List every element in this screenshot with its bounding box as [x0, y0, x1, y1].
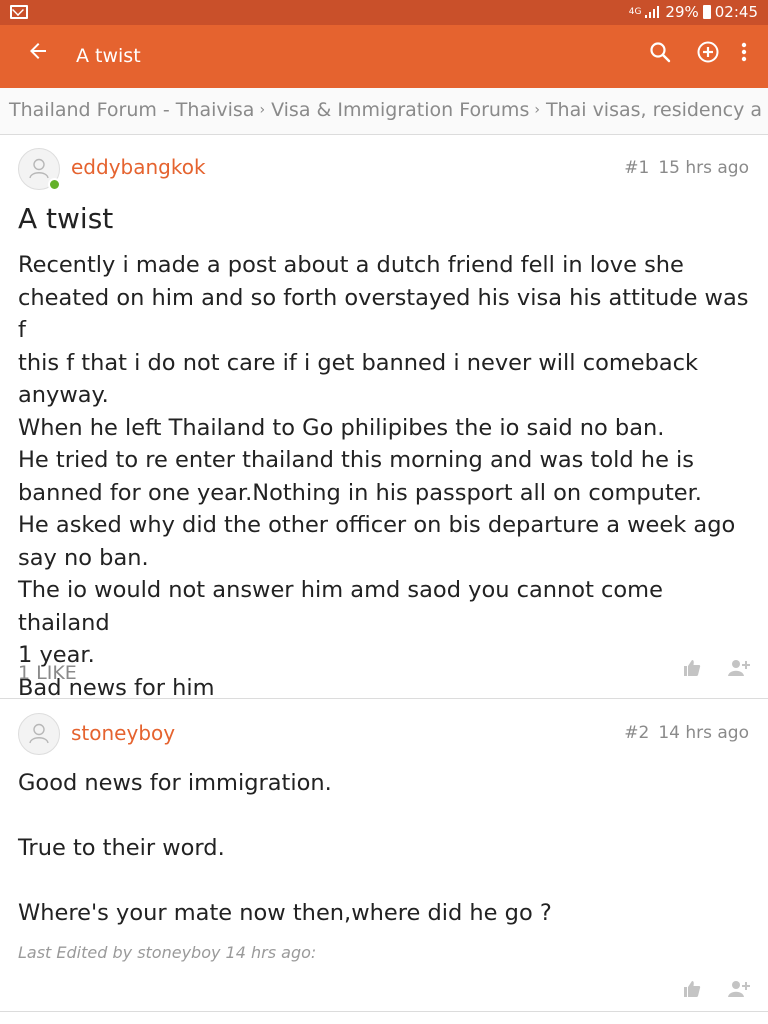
back-arrow-icon[interactable]: [26, 39, 50, 69]
thumbs-up-icon[interactable]: [682, 658, 702, 682]
post-number[interactable]: #1: [624, 158, 649, 178]
breadcrumb-item[interactable]: Thailand Forum - Thaivisa: [9, 99, 254, 121]
clock: 02:45: [714, 3, 758, 21]
post-line: banned for one year.Nothing in his passp…: [18, 479, 702, 506]
follow-user-icon[interactable]: [728, 979, 750, 1003]
mail-icon: [10, 5, 28, 19]
post-line: Good news for immigration.: [18, 770, 332, 796]
post-body: Recently i made a post about a dutch fri…: [18, 249, 750, 704]
avatar[interactable]: [18, 148, 61, 191]
divider: [0, 1011, 768, 1012]
chevron-right-icon: ›: [534, 102, 540, 118]
like-count[interactable]: 1 LIKE: [18, 662, 77, 684]
post-number[interactable]: #2: [624, 723, 649, 743]
network-type: 4G: [628, 7, 642, 17]
app-bar: A twist: [0, 25, 768, 88]
avatar[interactable]: [18, 713, 60, 755]
post-line: Where's your mate now then,where did he …: [18, 900, 552, 926]
post-time: 15 hrs ago: [658, 158, 749, 178]
chevron-right-icon: ›: [259, 102, 266, 118]
post-author[interactable]: eddybangkok: [71, 155, 206, 179]
post-body: Good news for immigration. True to their…: [18, 767, 750, 930]
signal-icon: [645, 6, 661, 18]
breadcrumb: Thailand Forum - Thaivisa › Visa & Immigra…: [0, 88, 768, 135]
post-line: [18, 800, 750, 833]
post-meta: #2 14 hrs ago: [624, 723, 749, 743]
status-right: 4G 29% 02:45: [629, 3, 758, 21]
post-line: anyway.: [18, 382, 109, 408]
edited-note: Last Edited by stoneyboy 14 hrs ago:: [18, 943, 317, 962]
post-line: say no ban.: [18, 544, 149, 571]
add-circle-icon[interactable]: [696, 40, 720, 68]
post-title: A twist: [18, 202, 114, 235]
post-line: The io would not answer him amd saod you…: [18, 577, 663, 636]
post-line: When he left Thailand to Go philipibes t…: [18, 414, 665, 441]
follow-user-icon[interactable]: [728, 658, 750, 682]
post-line: Recently i made a post about a dutch fri…: [18, 252, 684, 278]
post-line: cheated on him and so forth overstayed h…: [18, 284, 749, 344]
thumbs-up-icon[interactable]: [682, 979, 702, 1003]
battery-icon: [702, 5, 711, 19]
more-vert-icon[interactable]: [738, 40, 750, 68]
post-line: He tried to re enter thailand this morni…: [18, 447, 695, 473]
page-title: A twist: [76, 45, 141, 67]
online-status-dot: [48, 178, 61, 191]
divider: [0, 698, 768, 699]
post-line: this f that i do not care if i get banne…: [18, 349, 699, 376]
breadcrumb-item[interactable]: Thai visas, residency a: [546, 99, 762, 121]
post-meta: #1 15 hrs ago: [624, 158, 749, 178]
search-icon[interactable]: [648, 40, 672, 68]
post-line: [18, 865, 750, 898]
breadcrumb-item[interactable]: Visa & Immigration Forums: [271, 99, 529, 121]
post-line: 1 year.: [18, 642, 95, 668]
post-line: He asked why did the other officer on bi…: [18, 512, 736, 538]
status-bar: 4G 29% 02:45: [0, 0, 768, 25]
post-line: True to their word.: [18, 835, 225, 861]
post-line: Bad news for him: [18, 674, 215, 701]
battery-percent: 29%: [665, 3, 699, 21]
post-time: 14 hrs ago: [658, 723, 749, 743]
post-author[interactable]: stoneyboy: [71, 721, 175, 745]
